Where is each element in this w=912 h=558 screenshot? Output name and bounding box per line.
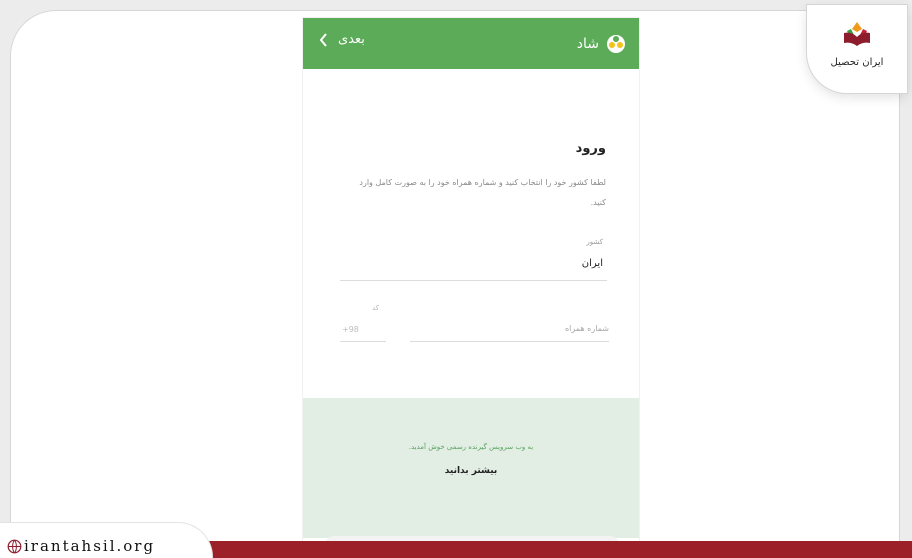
country-underline [340,280,607,281]
login-description: لطفا کشور خود را انتخاب کنید و شماره همر… [359,178,606,207]
logo-text: ایران تحصیل [830,57,884,68]
app-name: شاد [576,36,599,52]
mobile-app-screen: بعدی شاد ورود لطفا کشور خود را انتخاب کن… [303,18,639,558]
site-url[interactable]: irantahsil.org [24,537,155,555]
chevron-left-icon [319,32,327,47]
globe-icon [7,539,22,554]
country-code-underline [340,341,386,342]
phone-number-input[interactable]: شماره همراه [565,324,609,333]
page-title: ورود [575,141,606,156]
next-button-label: بعدی [338,32,365,47]
shad-logo-icon [607,35,625,53]
phone-entry: کد +98 شماره همراه [340,304,609,344]
country-label: کشور [586,238,603,246]
next-button[interactable]: بعدی [318,32,365,47]
app-header: بعدی شاد [303,18,639,69]
irantahsil-logo-icon [844,22,870,46]
app-brand: شاد [577,31,625,57]
brand-strip [205,541,912,558]
country-code-label: کد [372,304,380,312]
learn-more-link[interactable]: بیشتر بدانید [303,466,639,476]
site-url-box: irantahsil.org [0,523,212,558]
welcome-banner: به وب سرویس گیرنده رسمی خوش آمدید. بیشتر… [303,398,639,538]
site-logo-badge: ایران تحصیل [807,5,907,93]
country-code-field[interactable]: +98 [342,325,359,334]
phone-number-underline [410,341,609,342]
country-select[interactable]: ایران [582,258,603,269]
banner-text: به وب سرویس گیرنده رسمی خوش آمدید. [408,443,534,451]
